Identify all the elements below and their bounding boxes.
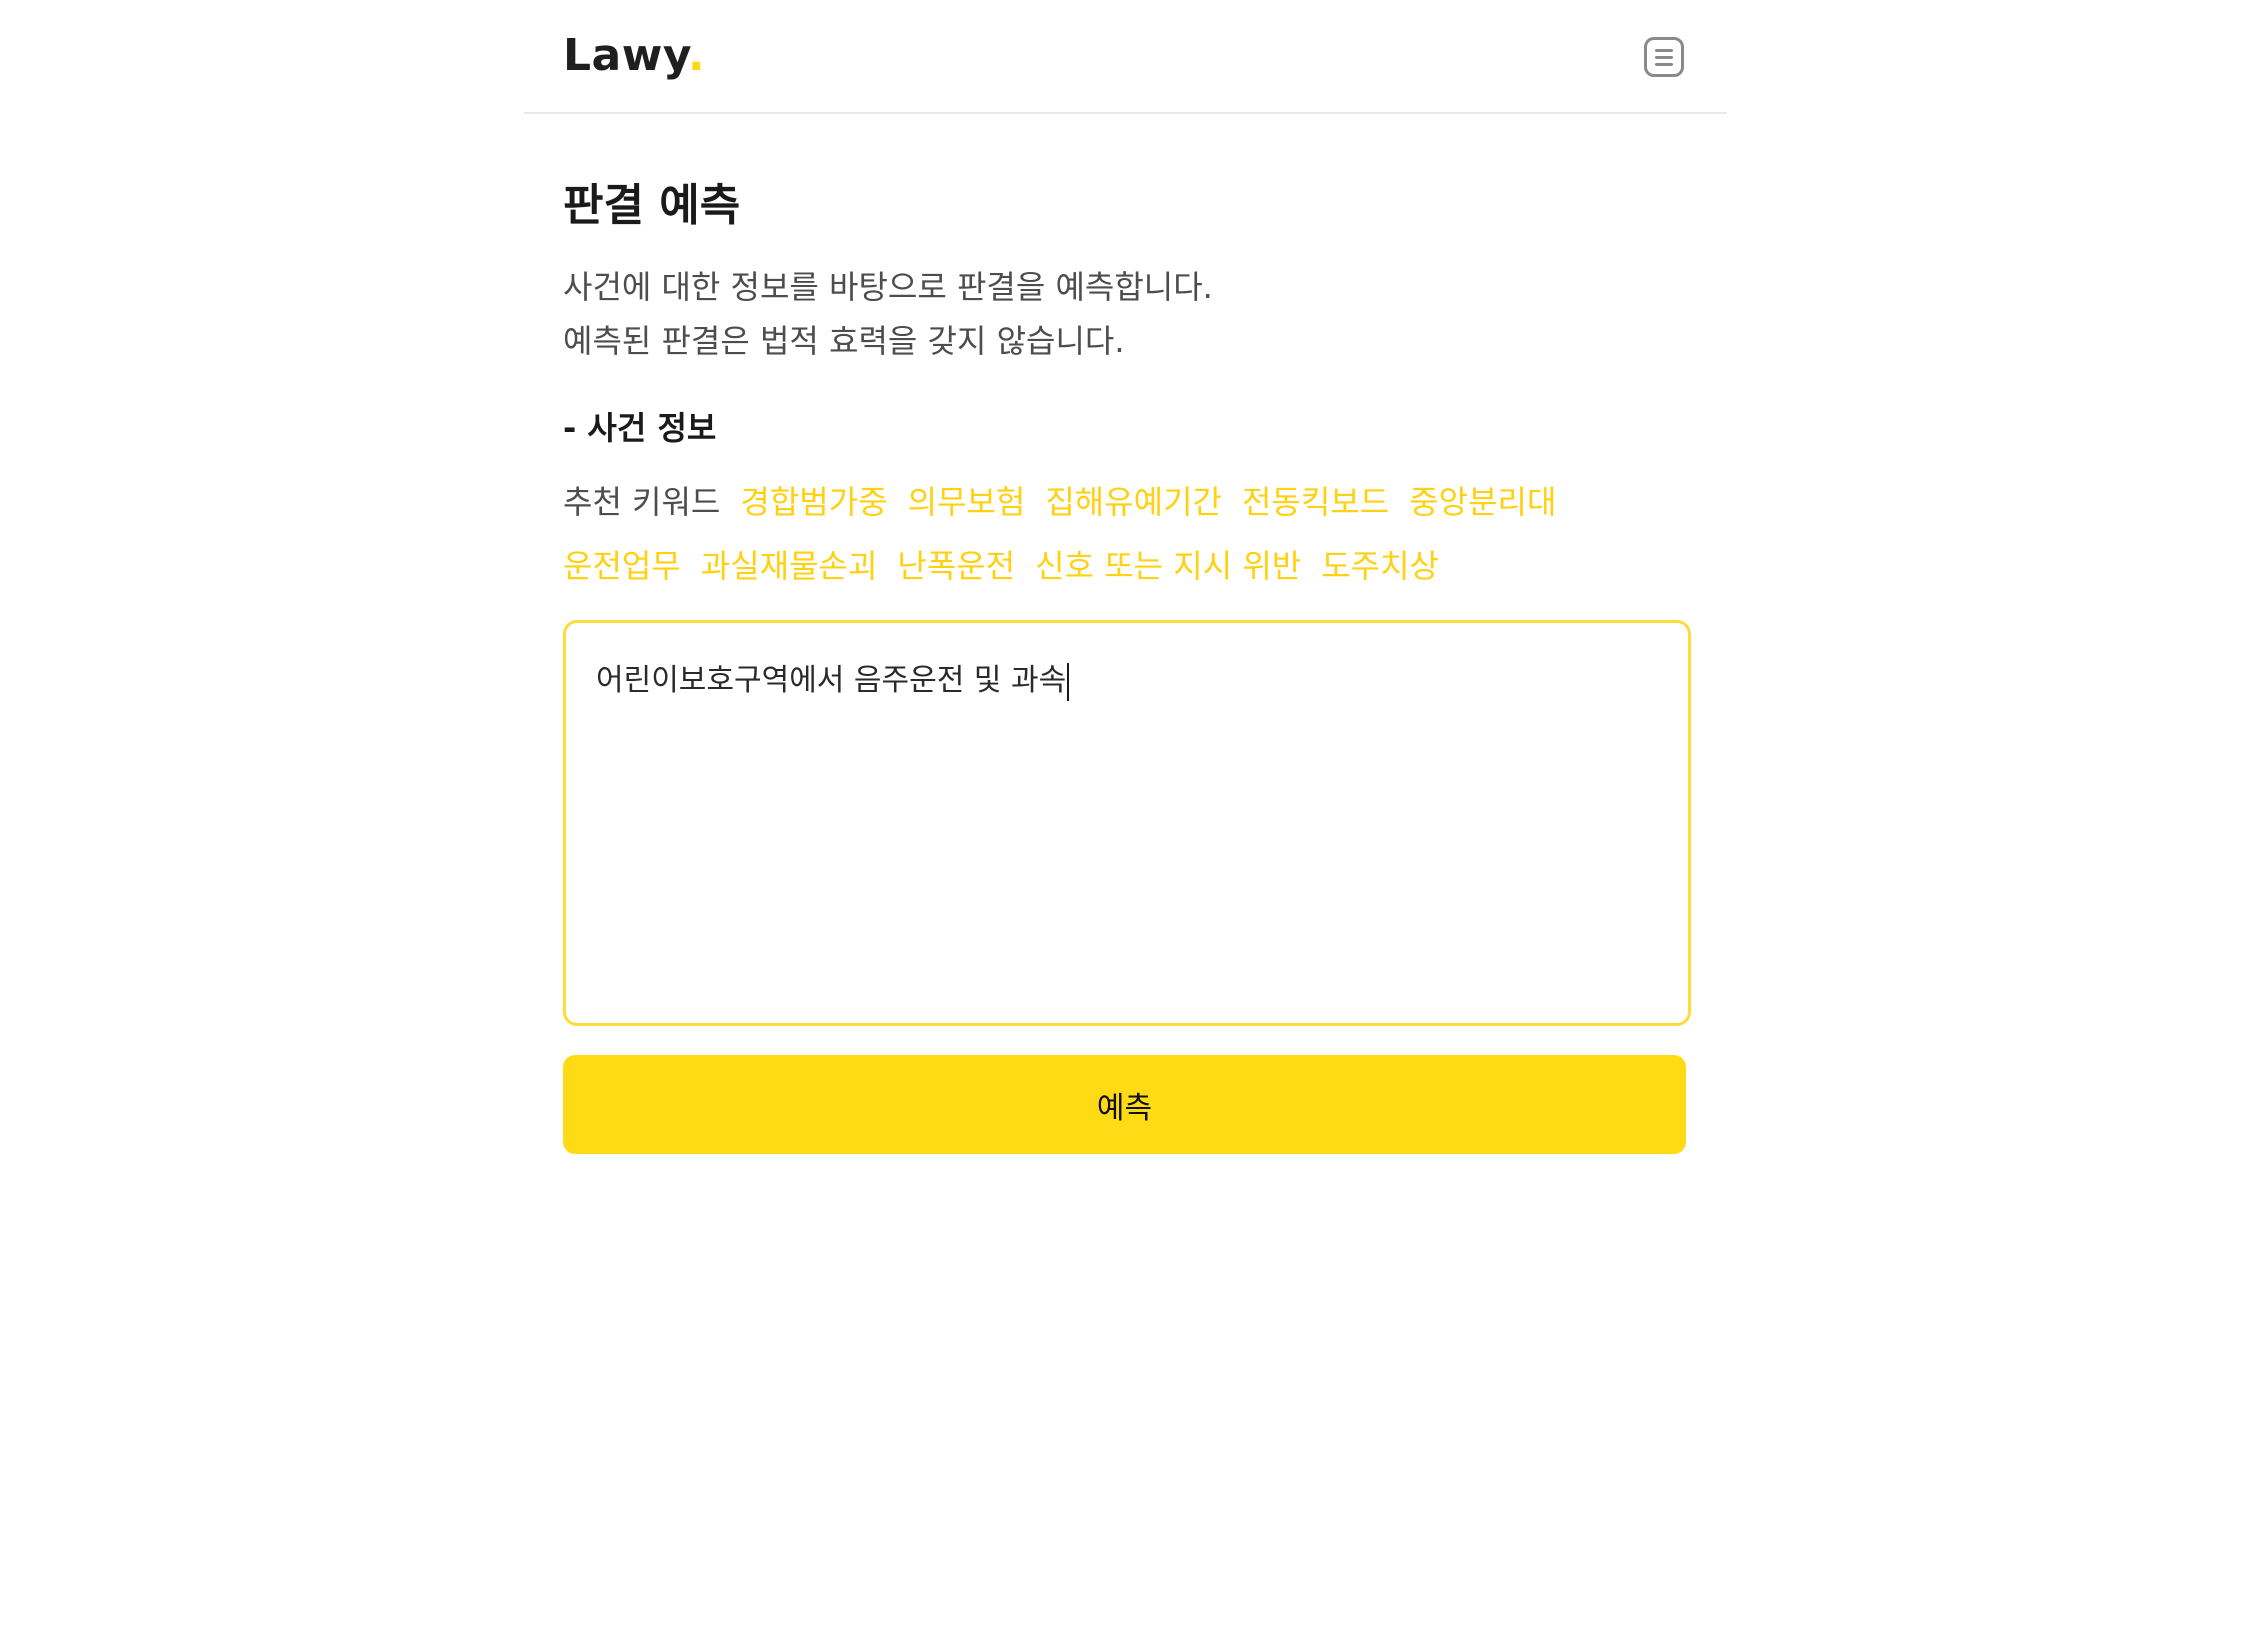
predict-button[interactable]: 예측 (563, 1055, 1686, 1154)
keyword-chip[interactable]: 경합범가중 (740, 483, 887, 521)
recommended-keywords: 추천 키워드 경합범가중 의무보험 집해유예기간 전동킥보드 중앙분리대운전업무 과실재물손… (563, 470, 1693, 598)
keyword-chip[interactable]: 운전업무 (563, 547, 681, 585)
keyword-chip[interactable]: 집해유예기간 (1045, 483, 1222, 521)
keyword-chip[interactable]: 신호 또는 지시 위반 (1035, 547, 1301, 585)
keyword-chip[interactable]: 도주치상 (1321, 547, 1439, 585)
textarea-value: 어린이보호구역에서 음주운전 및 과속 (596, 663, 1067, 698)
logo[interactable]: Lawy. (563, 26, 705, 86)
page-title: 판결 예측 (563, 180, 741, 231)
logo-dot: . (688, 30, 706, 81)
app-container: Lawy. 판결 예측 사건에 대한 정보를 바탕으로 판결을 예측합니다. 예… (524, 0, 1727, 1646)
hamburger-menu-icon[interactable] (1644, 37, 1684, 77)
keyword-chip[interactable]: 전동킥보드 (1242, 483, 1389, 521)
case-info-textarea[interactable]: 어린이보호구역에서 음주운전 및 과속 (563, 620, 1691, 1026)
keyword-chip[interactable]: 중앙분리대 (1409, 483, 1556, 521)
keywords-label: 추천 키워드 (563, 483, 721, 521)
section-title: - 사건 정보 (563, 409, 717, 447)
menu-line (1655, 56, 1673, 59)
logo-text: Lawy (563, 30, 689, 81)
description-line-2: 예측된 판결은 법적 효력을 갖지 않습니다. (563, 322, 1125, 360)
keyword-chip[interactable]: 과실재물손괴 (701, 547, 878, 585)
page-description: 사건에 대한 정보를 바탕으로 판결을 예측합니다. 예측된 판결은 법적 효력… (563, 260, 1213, 368)
menu-line (1655, 49, 1673, 52)
header: Lawy. (524, 0, 1727, 114)
keyword-chip[interactable]: 난폭운전 (897, 547, 1015, 585)
keyword-chip[interactable]: 의무보험 (908, 483, 1026, 521)
text-caret (1067, 662, 1070, 701)
description-line-1: 사건에 대한 정보를 바탕으로 판결을 예측합니다. (563, 268, 1213, 306)
menu-line (1655, 63, 1673, 66)
